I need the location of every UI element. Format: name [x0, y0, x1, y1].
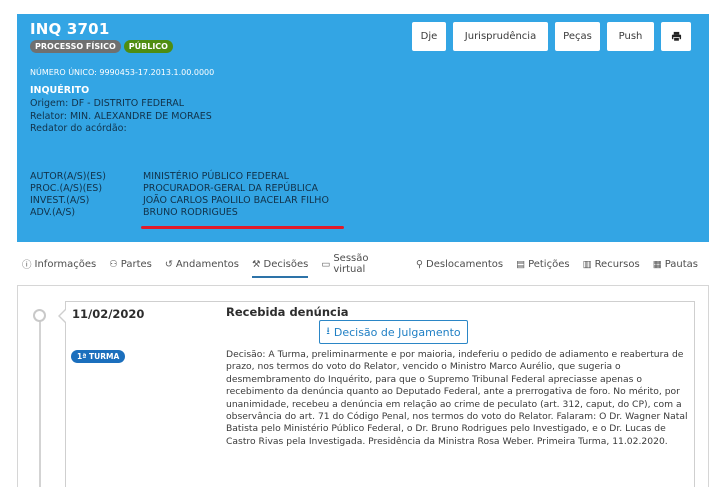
- tab-label: Pautas: [664, 258, 698, 270]
- tab-andamentos[interactable]: ↺ Andamentos: [165, 254, 239, 274]
- tab-label: Petições: [528, 258, 570, 270]
- timeline-line: [39, 310, 41, 487]
- download-icon: ⭳: [326, 325, 330, 337]
- tab-recursos[interactable]: ▥ Recursos: [583, 254, 640, 274]
- dje-button[interactable]: Dje: [412, 22, 446, 51]
- file-icon: ▥: [582, 258, 592, 270]
- users-icon: ⚇: [109, 258, 118, 270]
- party-row: AUTOR(A/S)(ES) MINISTÉRIO PÚBLICO FEDERA…: [30, 171, 329, 183]
- pecas-button[interactable]: Peças: [555, 22, 600, 51]
- push-button[interactable]: Push: [607, 22, 654, 51]
- process-header: INQ 3701 PROCESSO FÍSICO PÚBLICO NÚMERO …: [17, 14, 709, 242]
- tab-label: Sessão virtual: [333, 253, 369, 275]
- document-icon: ▤: [516, 258, 526, 270]
- party-row: ADV.(A/S) BRUNO RODRIGUES: [30, 207, 329, 219]
- red-underline-annotation: [141, 226, 344, 229]
- party-row: INVEST.(A/S) JOÃO CARLOS PAOLILO BACELAR…: [30, 195, 329, 207]
- decision-text: Decisão: A Turma, preliminarmente e por …: [226, 349, 688, 447]
- party-role: PROC.(A/S)(ES): [30, 183, 103, 194]
- parties-list: AUTOR(A/S)(ES) MINISTÉRIO PÚBLICO FEDERA…: [30, 171, 329, 219]
- party-name: PROCURADOR-GERAL DA REPÚBLICA: [143, 183, 318, 194]
- party-role: ADV.(A/S): [30, 207, 76, 218]
- jurisprudence-button[interactable]: Jurisprudência: [453, 22, 548, 51]
- case-title: INQ 3701: [30, 20, 110, 38]
- print-button[interactable]: [661, 22, 691, 51]
- tab-label: Recursos: [594, 258, 640, 270]
- unique-number: NÚMERO ÚNICO: 9990453-17.2013.1.00.0000: [30, 68, 215, 77]
- tab-partes[interactable]: ⚇ Partes: [109, 254, 152, 274]
- tab-label: Andamentos: [175, 258, 239, 270]
- decision-document-button[interactable]: ⭳ Decisão de Julgamento: [319, 320, 468, 344]
- tab-sessao-virtual[interactable]: ▭ Sessão virtual: [321, 253, 403, 275]
- party-name: BRUNO RODRIGUES: [143, 207, 238, 218]
- party-name: JOÃO CARLOS PAOLILO BACELAR FILHO: [143, 195, 329, 206]
- party-name: MINISTÉRIO PÚBLICO FEDERAL: [143, 171, 289, 182]
- tab-pautas[interactable]: ▦ Pautas: [653, 254, 698, 274]
- tab-deslocamentos[interactable]: ⚲ Deslocamentos: [416, 254, 503, 274]
- timeline-dot: [33, 309, 46, 322]
- judgment-rapporteur-line: Redator do acórdão:: [30, 123, 127, 134]
- calendar-icon: ▦: [652, 258, 662, 270]
- print-icon: [671, 31, 681, 42]
- info-icon: ⓘ: [22, 260, 32, 271]
- tab-label: Partes: [120, 258, 152, 270]
- map-marker-icon: ⚲: [416, 258, 423, 270]
- process-class: INQUÉRITO: [30, 85, 90, 96]
- badge-group: PROCESSO FÍSICO PÚBLICO: [30, 40, 173, 53]
- process-tabs: ⓘ Informações ⚇ Partes ↺ Andamentos ⚒ Decisõ…: [22, 253, 711, 278]
- party-role: AUTOR(A/S)(ES): [30, 171, 106, 182]
- tab-informacoes[interactable]: ⓘ Informações: [22, 254, 96, 274]
- physical-process-badge: PROCESSO FÍSICO: [30, 40, 121, 53]
- process-meta: Origem: DF - DISTRITO FEDERAL Relator: M…: [30, 98, 212, 136]
- party-role: INVEST.(A/S): [30, 195, 90, 206]
- gavel-icon: ⚒: [251, 258, 261, 270]
- public-badge: PÚBLICO: [123, 40, 173, 53]
- tab-label: Informações: [34, 258, 97, 270]
- decision-document-label: Decisão de Julgamento: [333, 325, 461, 339]
- header-toolbar: Dje Jurisprudência Peças Push: [412, 22, 691, 51]
- organ-badge: 1ª TURMA: [71, 350, 126, 363]
- rapporteur-line: Relator: MIN. ALEXANDRE DE MORAES: [30, 110, 212, 122]
- monitor-icon: ▭: [321, 258, 331, 270]
- origin-line: Origem: DF - DISTRITO FEDERAL: [30, 98, 185, 109]
- tab-decisoes[interactable]: ⚒ Decisões: [251, 254, 309, 278]
- card-pointer-inner: [60, 310, 66, 322]
- decision-title: Recebida denúncia: [226, 305, 349, 319]
- party-row: PROC.(A/S)(ES) PROCURADOR-GERAL DA REPÚB…: [30, 183, 329, 195]
- tab-label: Decisões: [263, 258, 309, 270]
- tab-peticoes[interactable]: ▤ Petições: [516, 254, 570, 274]
- tab-label: Deslocamentos: [426, 258, 504, 270]
- decision-date: 11/02/2020: [72, 307, 145, 321]
- history-icon: ↺: [164, 258, 173, 270]
